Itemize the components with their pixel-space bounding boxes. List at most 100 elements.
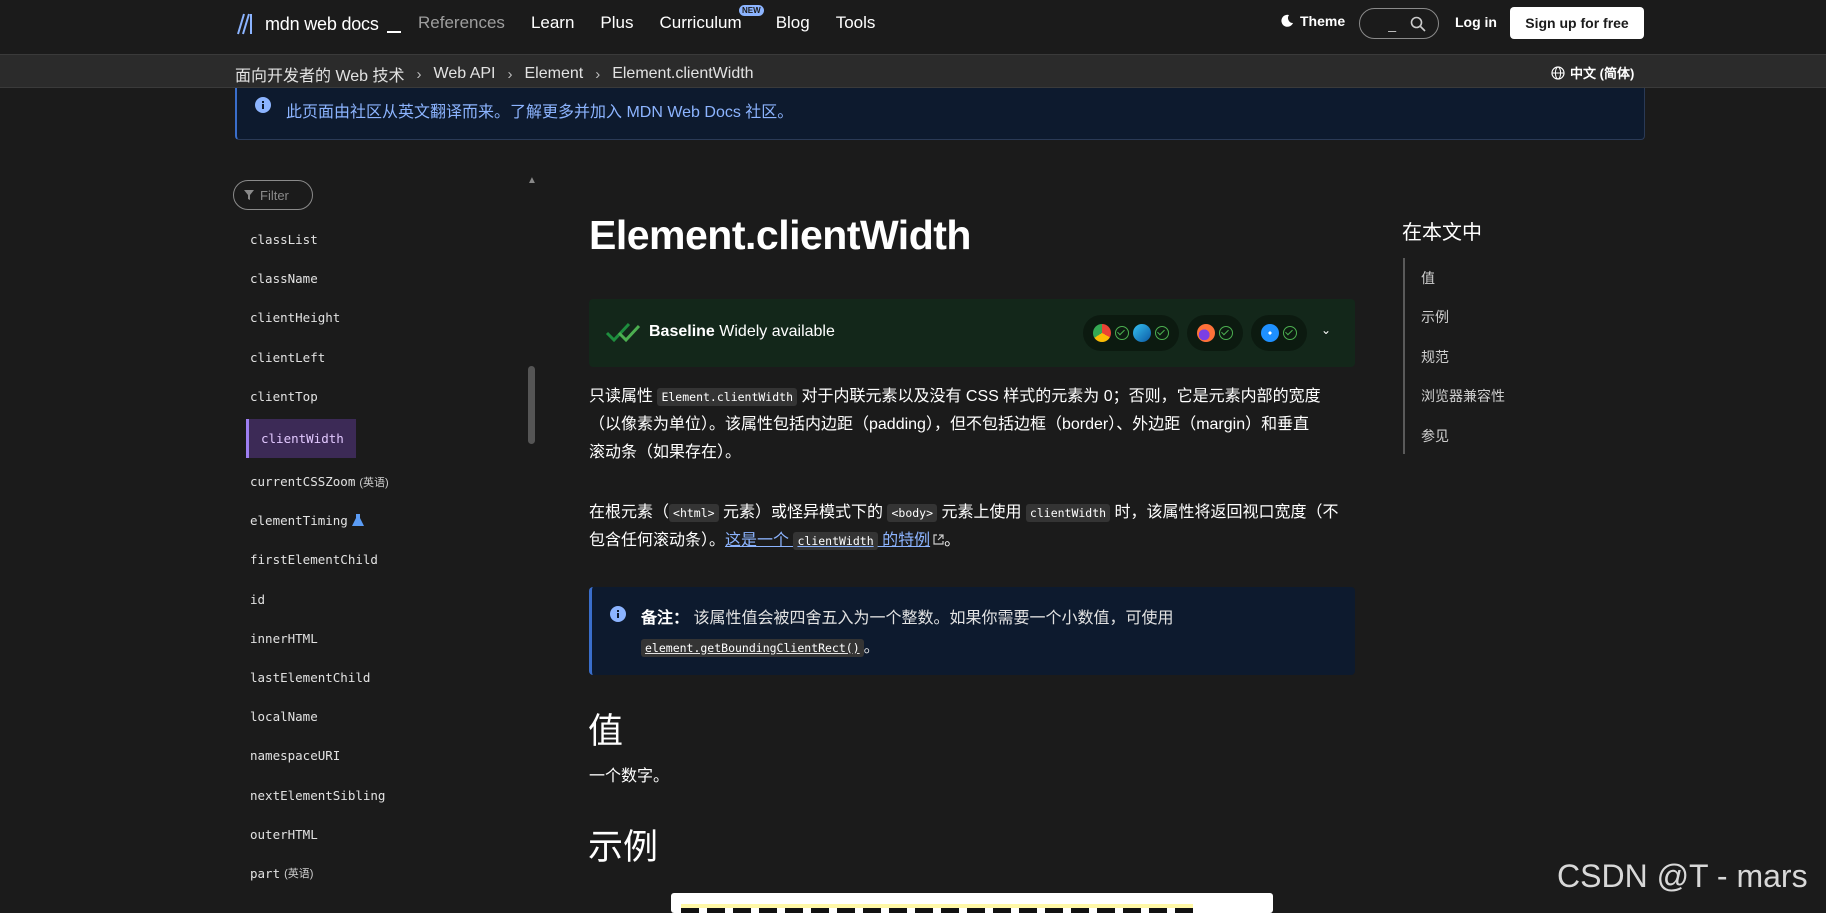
paragraph-text: 。	[944, 532, 961, 549]
note-body: 该属性值会被四舍五入为一个整数。如果你需要一个小数值，可使用	[689, 610, 1174, 627]
language-switcher[interactable]: 中文 (简体)	[1551, 63, 1634, 82]
sidebar-item-label: lastElementChild	[250, 669, 371, 685]
nav-references[interactable]: References	[418, 13, 505, 33]
sidebar-item-tag: (英语)	[359, 476, 389, 489]
inline-code: <html>	[669, 504, 719, 522]
sidebar-item[interactable]: classList	[250, 220, 530, 259]
sidebar-item[interactable]: part (英语)	[250, 854, 530, 893]
sidebar-item-label: localName	[250, 709, 318, 725]
browser-support-icons	[1083, 315, 1307, 351]
toc-item[interactable]: 参见	[1405, 416, 1553, 456]
mdn-logo[interactable]: mdn web docs	[235, 10, 401, 38]
sidebar-item[interactable]: id	[250, 580, 530, 619]
scroll-up-icon[interactable]: ▲	[527, 175, 537, 186]
nav-plus[interactable]: Plus	[600, 13, 633, 33]
baseline-check-icon	[605, 322, 641, 343]
sidebar-item-label: id	[250, 591, 266, 607]
intro-paragraph: 只读属性 Element.clientWidth 对于内联元素以及没有 CSS …	[589, 383, 1359, 467]
baseline-status: Widely available	[714, 323, 835, 340]
baseline-banner[interactable]: Baseline Widely available ⌄	[589, 299, 1355, 367]
root-element-paragraph: 在根元素（ <html> 元素）或怪异模式下的 <body> 元素上使用 clie…	[589, 499, 1359, 555]
intro-text: 对于内联元素以及没有 CSS 样式的元素为 0；否则，它是元素内部的宽度	[797, 388, 1321, 405]
main-nav: References Learn Plus Curriculum NEW Blog…	[418, 0, 901, 46]
breadcrumb-item[interactable]: Element.clientWidth	[612, 65, 753, 83]
nav-learn[interactable]: Learn	[531, 13, 574, 33]
sidebar-filter-input[interactable]: Filter	[233, 180, 313, 210]
toc-item[interactable]: 浏览器兼容性	[1405, 377, 1553, 417]
special-case-link[interactable]: 这是一个 clientWidth 的特例	[725, 532, 930, 550]
sidebar-item[interactable]: clientTop	[250, 377, 530, 416]
intro-text: 只读属性	[589, 388, 658, 405]
sidebar-item-active[interactable]: clientWidth	[246, 416, 530, 462]
baseline-bold: Baseline	[649, 323, 715, 340]
sidebar-item-label: elementTiming	[250, 513, 348, 529]
sidebar-item[interactable]: outerHTML	[250, 815, 530, 854]
nav-curriculum[interactable]: Curriculum NEW	[659, 5, 764, 33]
theme-label: Theme	[1300, 13, 1346, 29]
sidebar-item[interactable]: className	[250, 259, 530, 298]
logo-cursor	[386, 31, 401, 33]
moon-icon	[1281, 14, 1293, 27]
getboundingclientrect-link[interactable]: element.getBoundingClientRect()	[641, 639, 864, 657]
sidebar-item[interactable]: clientHeight	[250, 298, 530, 337]
sidebar-item[interactable]: firstElementChild	[250, 540, 530, 579]
toc-item[interactable]: 值	[1405, 258, 1553, 298]
value-text: 一个数字。	[589, 768, 670, 785]
baseline-label: Baseline Widely available	[649, 323, 835, 341]
sidebar-item[interactable]: clientLeft	[250, 338, 530, 377]
top-navigation-bar: mdn web docs References Learn Plus Curri…	[0, 0, 1826, 55]
sidebar-item[interactable]: elementTiming	[250, 501, 530, 540]
inline-code: clientWidth	[1025, 504, 1111, 522]
signup-button[interactable]: Sign up for free	[1510, 7, 1644, 39]
chevron-down-icon[interactable]: ⌄	[1321, 323, 1331, 337]
globe-icon	[1551, 65, 1565, 80]
browser-pill-firefox	[1187, 315, 1243, 351]
sidebar-item-label: className	[250, 271, 318, 287]
login-link[interactable]: Log in	[1455, 14, 1497, 30]
sidebar-item[interactable]: innerHTML	[250, 619, 530, 658]
paragraph-text: 时，该属性将返回视口宽度（不	[1110, 504, 1339, 521]
breadcrumb-item[interactable]: 面向开发者的 Web 技术	[235, 62, 405, 86]
external-link-icon	[933, 534, 944, 545]
nav-tools[interactable]: Tools	[836, 13, 876, 33]
sidebar-item-label: clientTop	[250, 388, 318, 404]
search-button[interactable]: _	[1359, 8, 1439, 39]
info-icon	[610, 606, 626, 622]
toc-title: 在本文中	[1402, 222, 1482, 244]
breadcrumb: 面向开发者的 Web 技术 › Web API › Element › Elem…	[235, 62, 754, 86]
example-image	[671, 893, 1273, 913]
link-text: 这是一个	[725, 532, 794, 549]
sidebar-item-label: clientLeft	[250, 349, 326, 365]
filter-icon	[244, 190, 254, 200]
paragraph-text: 在根元素（	[589, 504, 670, 521]
toc-item[interactable]: 规范	[1405, 337, 1553, 377]
paragraph-text: 元素）或怪异模式下的	[718, 504, 888, 521]
intro-text: 滚动条（如果存在）。	[589, 444, 742, 461]
sidebar-item[interactable]: nextElementSibling	[250, 775, 530, 814]
notice-text[interactable]: 此页面由社区从英文翻译而来。了解更多并加入 MDN Web Docs 社区。	[286, 98, 793, 122]
intro-text: （以像素为单位）。该属性包括内边距（padding），但不包括边框（border…	[589, 416, 1310, 433]
breadcrumb-item[interactable]: Web API	[434, 65, 496, 83]
edge-icon	[1133, 324, 1151, 342]
sidebar-item-label: part	[250, 865, 281, 881]
sidebar-item[interactable]: localName	[250, 697, 530, 736]
page-title: Element.clientWidth	[589, 212, 971, 258]
chevron-right-icon: ›	[507, 65, 513, 83]
nav-blog[interactable]: Blog	[776, 13, 810, 33]
breadcrumb-item[interactable]: Element	[524, 65, 583, 83]
sidebar-item-tag: (英语)	[284, 868, 314, 881]
note-end: 。	[863, 639, 880, 656]
sidebar-item[interactable]: namespaceURI	[250, 736, 530, 775]
toc-item[interactable]: 示例	[1405, 298, 1553, 338]
filter-placeholder: Filter	[260, 187, 289, 203]
nav-curriculum-label: Curriculum	[659, 13, 742, 32]
example-image-highlight	[681, 904, 1193, 908]
check-icon	[1219, 326, 1233, 340]
note-callout: 备注： 该属性值会被四舍五入为一个整数。如果你需要一个小数值，可使用 eleme…	[589, 587, 1355, 675]
breadcrumb-bar: 面向开发者的 Web 技术 › Web API › Element › Elem…	[0, 55, 1826, 88]
theme-toggle[interactable]: Theme	[1280, 13, 1345, 29]
sidebar-item[interactable]: lastElementChild	[250, 658, 530, 697]
sidebar-item[interactable]: currentCSSZoom (英语)	[250, 462, 530, 501]
sidebar-item-label: outerHTML	[250, 826, 318, 842]
inline-code: <body>	[887, 504, 938, 522]
